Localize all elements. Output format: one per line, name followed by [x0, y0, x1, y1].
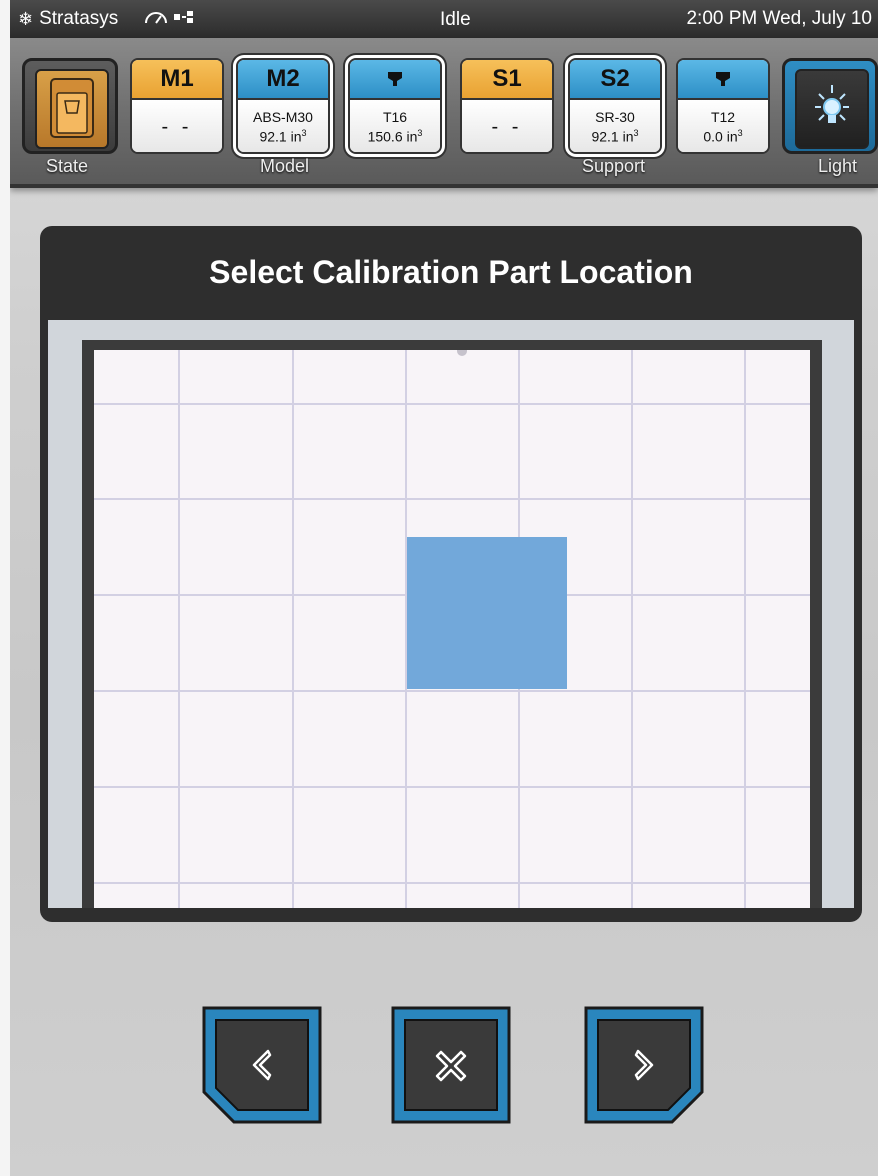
grid-line [94, 690, 810, 692]
bay-s2[interactable]: S2 SR-30 92.1 in3 [568, 58, 662, 154]
cancel-button[interactable] [389, 1004, 513, 1126]
bay-s1-material: - - [491, 116, 523, 138]
speed-gauge-icon [145, 12, 167, 24]
calibration-panel: Select Calibration Part Location [40, 226, 862, 922]
bay-s2-volume: 92.1 in [591, 128, 634, 145]
bay-m2-unit-exp: 3 [301, 128, 307, 139]
bay-s2-title: S2 [570, 60, 660, 100]
bay-model-tip-name: T16 [382, 109, 408, 126]
printer-state: Idle [440, 9, 471, 30]
screen: ❄ Stratasys Idle 2:00 PM Wed, July 10 St… [10, 0, 878, 1176]
stratasys-logo-icon: ❄ [18, 8, 34, 29]
grid-line [178, 350, 180, 908]
grid-line [94, 882, 810, 884]
next-button[interactable] [582, 1004, 706, 1126]
back-icon [252, 1049, 272, 1081]
bay-model-tip-head [350, 60, 440, 100]
bay-support-tip-head [678, 60, 768, 100]
bay-m1[interactable]: M1 - - [130, 58, 224, 154]
close-icon [435, 1050, 467, 1082]
back-button[interactable] [200, 1004, 324, 1126]
tip-icon [388, 72, 402, 86]
date-time: 2:00 PM Wed, July 10 [686, 8, 872, 29]
bay-support-tip[interactable]: T12 0.0 in3 [676, 58, 770, 154]
bay-s1[interactable]: S1 - - [460, 58, 554, 154]
bay-s2-material: SR-30 [595, 109, 635, 126]
brand-name: Stratasys [39, 8, 119, 29]
bay-m1-material: - - [161, 116, 193, 138]
grid-line [631, 350, 633, 908]
grid-line [94, 786, 810, 788]
light-bulb-icon [795, 69, 869, 149]
material-bar: State M1 - - M2 ABS-M30 92.1 in3 T16 150… [10, 38, 878, 188]
grid-line [744, 350, 746, 908]
light-button[interactable] [782, 58, 878, 154]
bay-m2-volume: 92.1 in [259, 128, 302, 145]
build-platform-grid[interactable] [94, 350, 810, 908]
forward-icon [634, 1049, 654, 1081]
brand: ❄ Stratasys [18, 8, 118, 30]
bay-support-tip-unit-exp: 3 [737, 128, 743, 139]
light-label: Light [818, 156, 858, 176]
platform-marker [457, 350, 467, 356]
bay-model-tip[interactable]: T16 150.6 in3 [348, 58, 442, 154]
network-icon [174, 11, 193, 23]
panel-title: Select Calibration Part Location [209, 253, 693, 290]
tip-icon [716, 72, 730, 86]
bay-model-tip-unit-exp: 3 [417, 128, 423, 139]
grid-line [94, 403, 810, 405]
bay-support-tip-volume: 0.0 in [703, 128, 738, 145]
build-platform-frame [82, 340, 822, 908]
bay-m2-material: ABS-M30 [253, 109, 313, 126]
bay-m2[interactable]: M2 ABS-M30 92.1 in3 [236, 58, 330, 154]
state-button[interactable] [22, 58, 118, 154]
bay-s2-unit-exp: 3 [633, 128, 639, 139]
bay-m2-title: M2 [238, 60, 328, 100]
grid-line [292, 350, 294, 908]
status-bar: ❄ Stratasys Idle 2:00 PM Wed, July 10 [10, 0, 878, 38]
bay-m1-title: M1 [132, 60, 222, 100]
panel-body [48, 320, 854, 908]
bay-s1-title: S1 [462, 60, 552, 100]
calibration-part[interactable] [407, 537, 567, 689]
grid-line [94, 498, 810, 500]
support-label: Support [582, 156, 646, 176]
state-label: State [46, 156, 89, 176]
bay-support-tip-name: T12 [710, 109, 736, 126]
printer-state-icon [35, 69, 109, 149]
bay-model-tip-volume: 150.6 in [367, 128, 418, 145]
model-label: Model [260, 156, 310, 176]
